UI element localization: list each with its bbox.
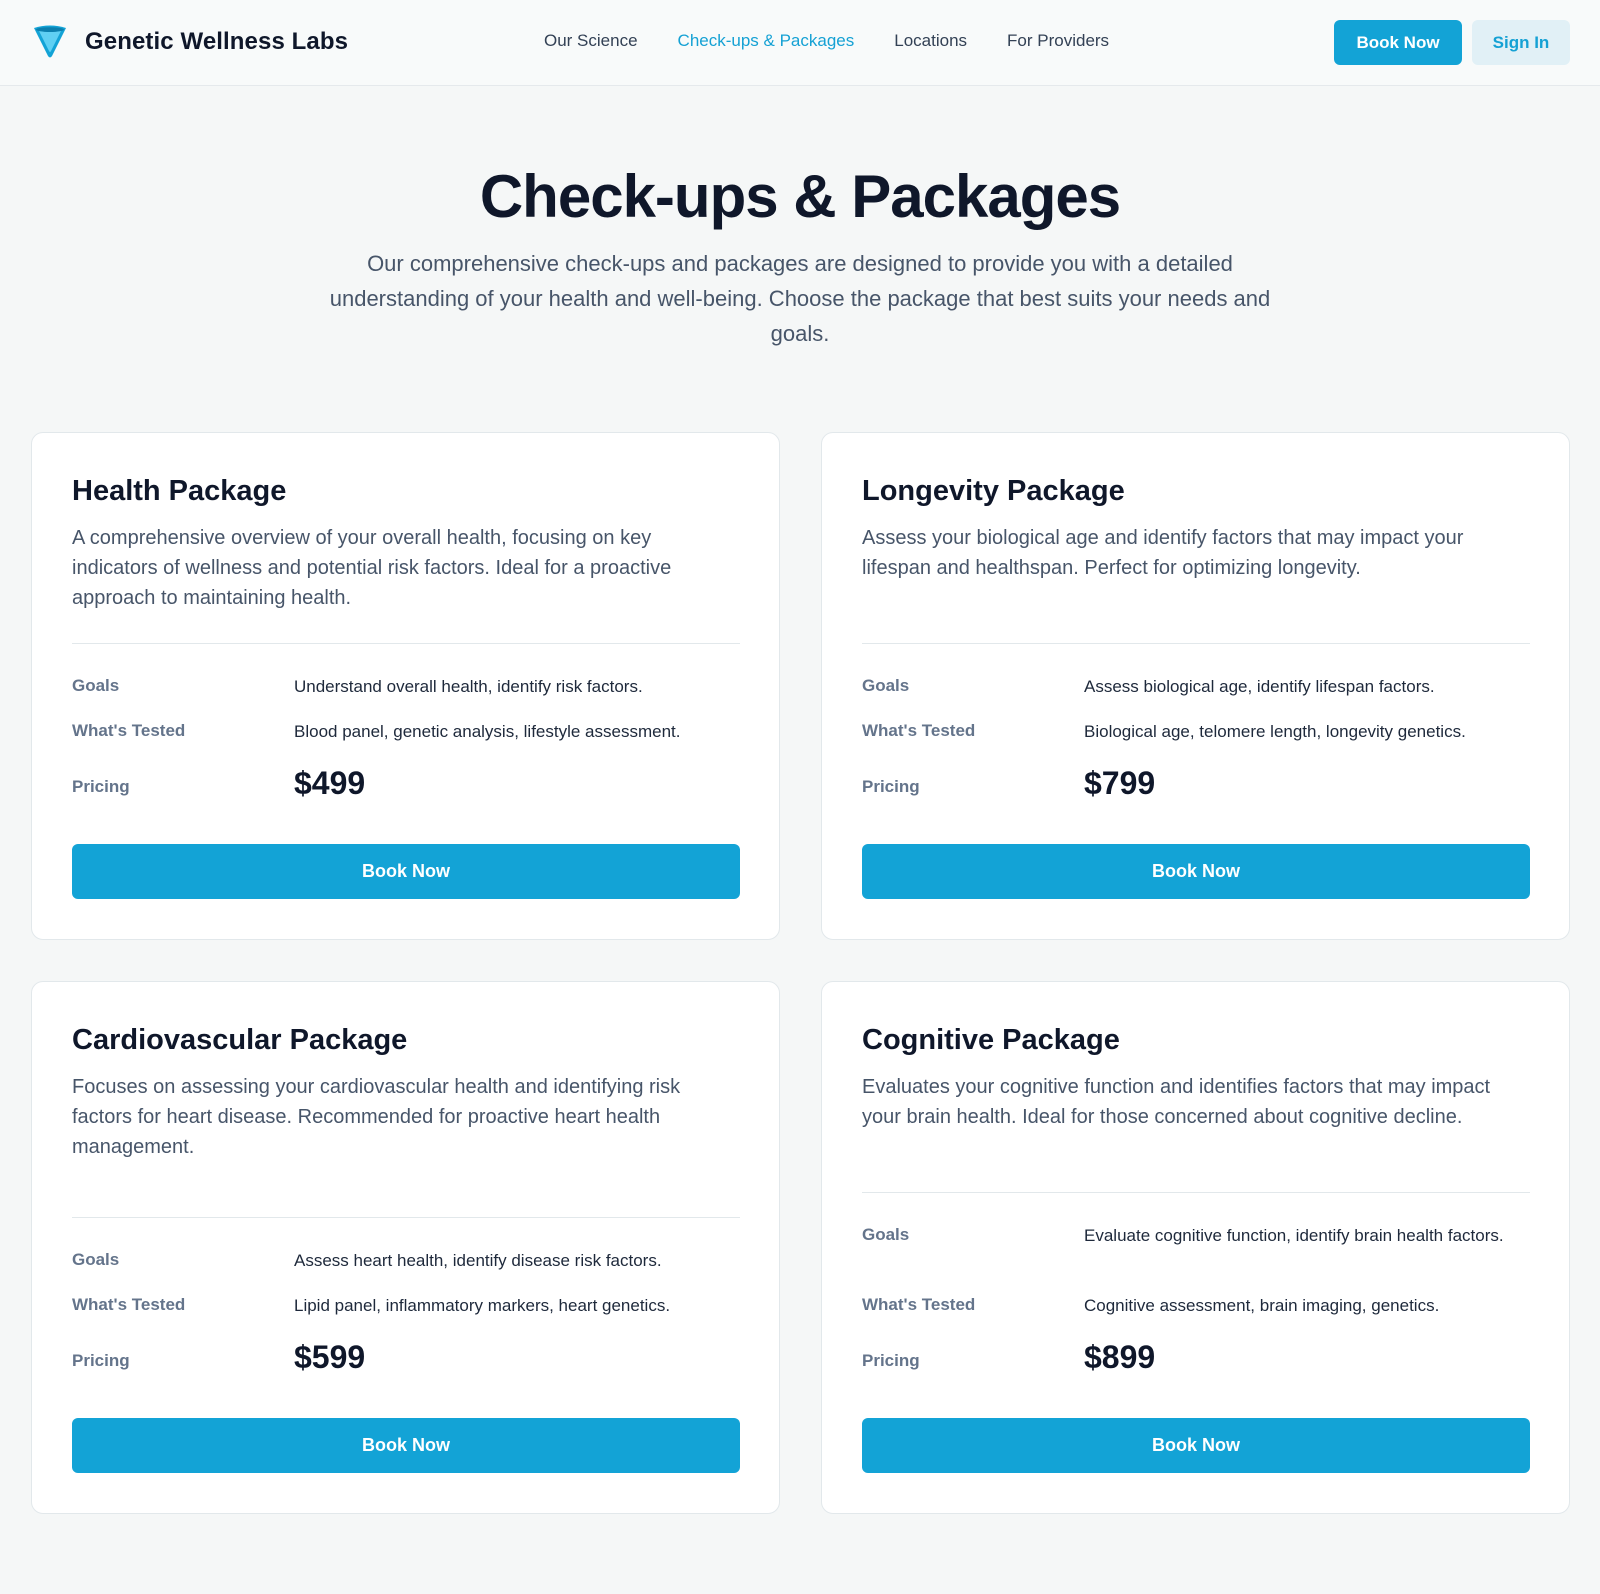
goals-value: Assess heart health, identify disease ri… (294, 1251, 662, 1270)
header-book-now-button[interactable]: Book Now (1334, 20, 1462, 65)
goals-label: Goals (72, 676, 120, 695)
price-value: $899 (1084, 1339, 1156, 1375)
nav-checkups-packages[interactable]: Check-ups & Packages (678, 31, 855, 51)
card-divider (72, 1217, 740, 1218)
brand-name: Genetic Wellness Labs (85, 28, 349, 55)
goals-value: Evaluate cognitive function, identify br… (1084, 1226, 1504, 1245)
package-title: Health Package (72, 475, 287, 507)
goals-label: Goals (862, 676, 910, 695)
goals-label: Goals (862, 1225, 910, 1244)
page-title: Check-ups & Packages (479, 163, 1121, 230)
card-divider (862, 643, 1530, 644)
funnel-logo-icon (34, 25, 66, 58)
pricing-label: Pricing (72, 1351, 130, 1370)
price-value: $799 (1084, 765, 1156, 801)
package-card-health: Health Package A comprehensive overview … (31, 432, 780, 940)
tested-label: What's Tested (862, 721, 976, 740)
book-now-button[interactable]: Book Now (72, 1418, 740, 1473)
package-card-longevity: Longevity Package Assess your biological… (821, 432, 1570, 940)
package-title: Cardiovascular Package (72, 1024, 408, 1056)
page-subtitle: Our comprehensive check-ups and packages… (329, 251, 1271, 346)
tested-value: Blood panel, genetic analysis, lifestyle… (294, 722, 681, 741)
package-card-cognitive: Cognitive Package Evaluates your cogniti… (821, 981, 1570, 1514)
nav-for-providers[interactable]: For Providers (1007, 31, 1109, 51)
goals-value: Understand overall health, identify risk… (294, 677, 643, 696)
nav-our-science[interactable]: Our Science (544, 31, 638, 51)
brand-logo[interactable]: Genetic Wellness Labs (32, 24, 348, 60)
package-description: Evaluates your cognitive function and id… (862, 1076, 1491, 1128)
book-now-button[interactable]: Book Now (862, 1418, 1530, 1473)
nav-locations[interactable]: Locations (894, 31, 967, 51)
package-description: Focuses on assessing your cardiovascular… (72, 1076, 681, 1158)
package-title: Longevity Package (862, 475, 1125, 507)
card-divider (72, 643, 740, 644)
package-title: Cognitive Package (862, 1024, 1120, 1056)
pricing-label: Pricing (862, 1351, 920, 1370)
pricing-label: Pricing (862, 777, 920, 796)
tested-value: Lipid panel, inflammatory markers, heart… (294, 1296, 671, 1315)
tested-value: Cognitive assessment, brain imaging, gen… (1084, 1296, 1440, 1315)
tested-label: What's Tested (862, 1295, 976, 1314)
tested-value: Biological age, telomere length, longevi… (1084, 722, 1466, 741)
package-description: A comprehensive overview of your overall… (72, 527, 672, 609)
price-value: $499 (294, 765, 366, 801)
tested-label: What's Tested (72, 721, 186, 740)
book-now-button[interactable]: Book Now (862, 844, 1530, 899)
site-header: Genetic Wellness Labs Our Science Check-… (0, 0, 1600, 86)
pricing-label: Pricing (72, 777, 130, 796)
goals-value: Assess biological age, identify lifespan… (1084, 677, 1435, 696)
main-nav: Our Science Check-ups & Packages Locatio… (544, 31, 1149, 51)
package-card-cardiovascular: Cardiovascular Package Focuses on assess… (31, 981, 780, 1514)
sign-in-button[interactable]: Sign In (1472, 20, 1570, 65)
card-divider (862, 1192, 1530, 1193)
price-value: $599 (294, 1339, 366, 1375)
book-now-button[interactable]: Book Now (72, 844, 740, 899)
tested-label: What's Tested (72, 1295, 186, 1314)
package-description: Assess your biological age and identify … (862, 527, 1464, 579)
goals-label: Goals (72, 1250, 120, 1269)
